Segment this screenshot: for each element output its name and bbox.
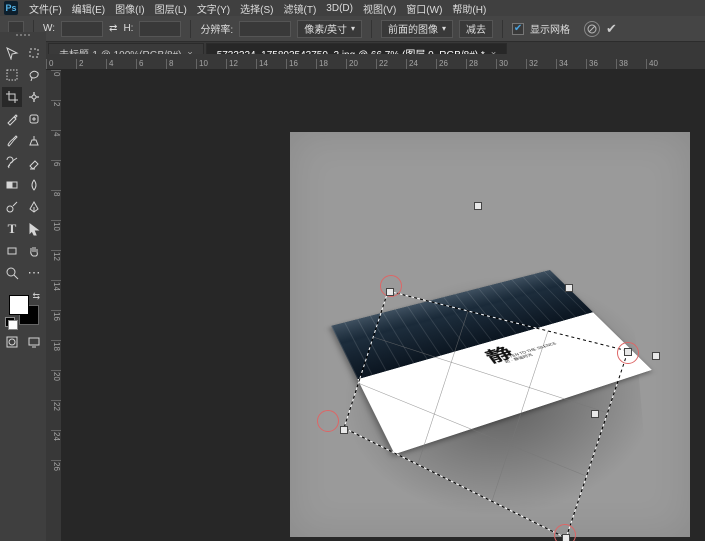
interpolation-label: 前面的图像 — [388, 21, 438, 36]
document-canvas[interactable]: 静 LISTEN TO THE SILENCE 听 · 静谧时光 — [290, 132, 690, 537]
separator — [190, 20, 191, 38]
handle-ml[interactable] — [652, 352, 660, 360]
menu-layer[interactable]: 图层(L) — [150, 1, 192, 16]
menu-edit[interactable]: 编辑(E) — [67, 1, 110, 16]
type-tool[interactable]: T — [2, 219, 22, 239]
rotate-ring-br[interactable] — [317, 410, 339, 432]
height-input[interactable] — [139, 21, 181, 37]
menu-3d[interactable]: 3D(D) — [321, 3, 358, 14]
menu-bar: Ps 文件(F) 编辑(E) 图像(I) 图层(L) 文字(Y) 选择(S) 滤… — [0, 0, 705, 16]
reduce-noise-button[interactable]: 减去 — [459, 20, 493, 38]
ps-logo-icon: Ps — [4, 1, 18, 15]
reduce-noise-label: 减去 — [466, 21, 486, 36]
separator — [371, 20, 372, 38]
dodge-tool[interactable] — [2, 197, 22, 217]
show-grid-checkbox[interactable]: ✔ — [512, 23, 524, 35]
units-label: 像素/英寸 — [304, 21, 347, 36]
units-dropdown[interactable]: 像素/英寸 ▾ — [297, 20, 362, 38]
pen-tool[interactable] — [24, 197, 44, 217]
crop-tool[interactable] — [2, 87, 22, 107]
handle-bm[interactable] — [591, 410, 599, 418]
edit-toolbar[interactable]: ⋯ — [24, 263, 44, 283]
handle-tl[interactable] — [386, 288, 394, 296]
artboard-tool[interactable] — [24, 43, 44, 63]
show-grid-label: 显示网格 — [530, 21, 570, 36]
resolution-label: 分辨率: — [200, 21, 233, 36]
commit-crop-button[interactable]: ✔ — [606, 21, 617, 37]
default-colors-icon[interactable] — [5, 317, 15, 327]
eraser-tool[interactable] — [24, 153, 44, 173]
chevron-down-icon: ▾ — [442, 24, 446, 33]
link-icon[interactable]: ⇄ — [109, 23, 117, 34]
canvas-stage[interactable]: 静 LISTEN TO THE SILENCE 听 · 静谧时光 — [62, 70, 705, 541]
options-bar: W: ⇄ H: 分辨率: 像素/英寸 ▾ 前面的图像 ▾ 减去 ✔ 显示网格 ✔ — [0, 16, 705, 42]
handle-mr[interactable] — [565, 284, 573, 292]
brush-tool[interactable] — [2, 131, 22, 151]
height-label: H: — [123, 23, 133, 34]
frame-tool[interactable] — [24, 87, 44, 107]
menu-image[interactable]: 图像(I) — [110, 1, 149, 16]
width-input[interactable] — [61, 21, 103, 37]
handle-bl[interactable] — [340, 426, 348, 434]
spot-heal-tool[interactable] — [24, 109, 44, 129]
blur-tool[interactable] — [24, 175, 44, 195]
menu-select[interactable]: 选择(S) — [235, 1, 278, 16]
handle-tr[interactable] — [624, 348, 632, 356]
eyedropper-tool[interactable] — [2, 109, 22, 129]
clone-stamp-tool[interactable] — [24, 131, 44, 151]
history-brush-tool[interactable] — [2, 153, 22, 173]
handle-br[interactable] — [562, 534, 570, 541]
swap-colors-icon[interactable]: ⇆ — [32, 291, 40, 302]
chevron-down-icon: ▾ — [351, 24, 355, 33]
interpolation-dropdown[interactable]: 前面的图像 ▾ — [381, 20, 453, 38]
fg-color-swatch[interactable] — [9, 295, 29, 315]
menu-type[interactable]: 文字(Y) — [192, 1, 235, 16]
marquee-tool[interactable] — [2, 65, 22, 85]
quickmask-icon[interactable] — [3, 333, 21, 351]
menu-view[interactable]: 视图(V) — [358, 1, 401, 16]
separator — [502, 20, 503, 38]
zoom-tool[interactable] — [2, 263, 22, 283]
menu-filter[interactable]: 滤镜(T) — [279, 1, 322, 16]
screenmode-icon[interactable] — [25, 333, 43, 351]
cancel-crop-button[interactable] — [584, 21, 600, 37]
resolution-input[interactable] — [239, 21, 291, 37]
menu-help[interactable]: 帮助(H) — [447, 1, 491, 16]
gradient-tool[interactable] — [2, 175, 22, 195]
ruler-vertical[interactable]: 02 46 810 1214 1618 2022 2426 — [46, 70, 62, 541]
lasso-tool[interactable] — [24, 65, 44, 85]
tools-panel: T ⋯ ⇆ — [0, 32, 46, 541]
hand-tool[interactable] — [24, 241, 44, 261]
menu-file[interactable]: 文件(F) — [24, 1, 67, 16]
menu-window[interactable]: 窗口(W) — [401, 1, 447, 16]
panel-grip[interactable] — [4, 34, 42, 40]
rectangle-tool[interactable] — [2, 241, 22, 261]
color-swatches: ⇆ — [5, 291, 41, 327]
path-select-tool[interactable] — [24, 219, 44, 239]
ruler-horizontal[interactable]: 02 46 810 1214 1618 2022 2426 2830 3234 … — [46, 54, 705, 70]
move-tool[interactable] — [2, 43, 22, 63]
handle-tm[interactable] — [474, 202, 482, 210]
